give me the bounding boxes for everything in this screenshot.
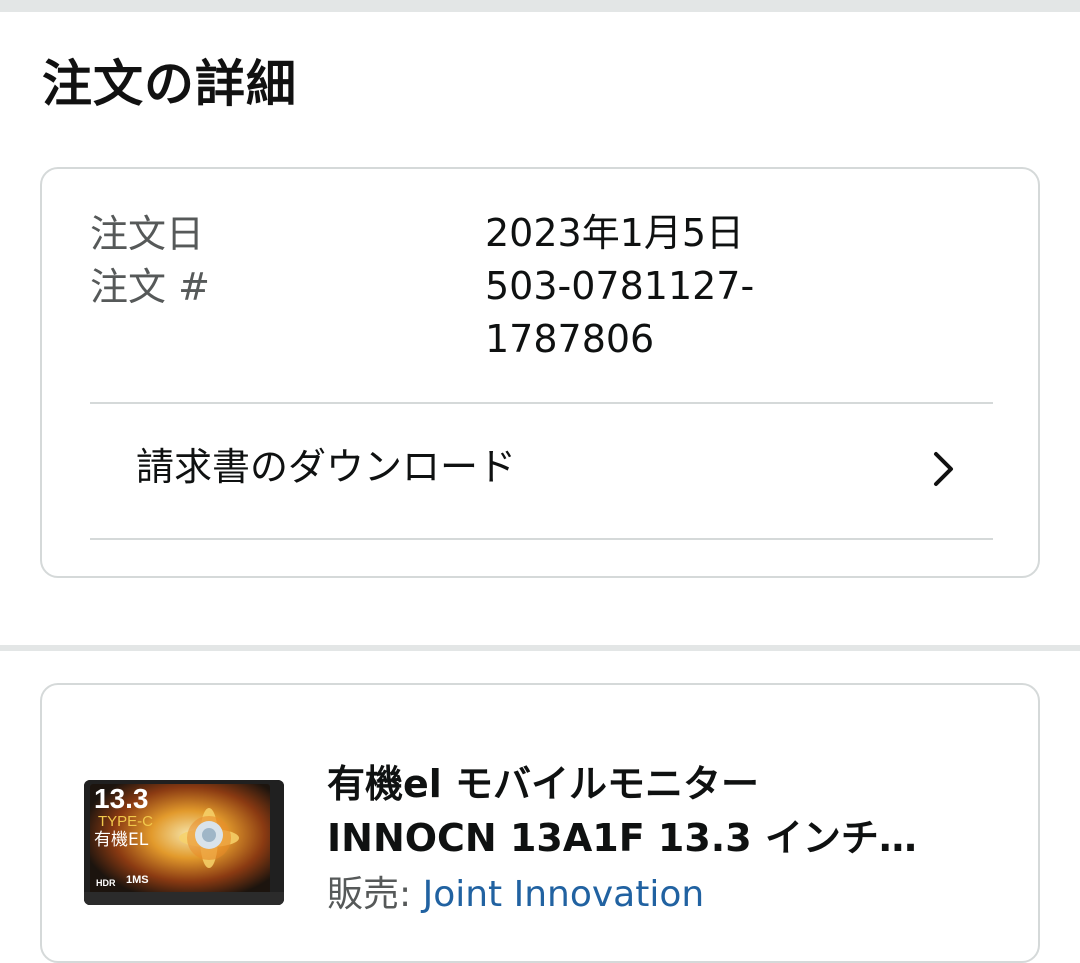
divider [90, 402, 993, 404]
order-date-value: 2023年1月5日 [485, 211, 745, 255]
response-time-label: 1MS [126, 874, 149, 886]
seller-line: 販売: Joint Innovation [327, 871, 704, 919]
order-item-card: 13.3 TYPE-C 有機EL HDR 1MS 有機el モバイルモニター I… [40, 683, 1040, 963]
invoice-download-label: 請求書のダウンロード [136, 445, 517, 489]
divider [90, 538, 993, 540]
top-strip [0, 0, 1080, 12]
type-c-label: TYPE-C [98, 813, 154, 830]
product-image[interactable]: 13.3 TYPE-C 有機EL HDR 1MS [84, 780, 284, 905]
order-summary-card: 注文日 2023年1月5日 注文 # 503-0781127- 1787806 … [40, 167, 1040, 578]
order-date-label: 注文日 [90, 212, 205, 256]
chevron-right-icon [934, 452, 953, 486]
order-number-line2: 1787806 [485, 317, 655, 361]
page-title: 注文の詳細 [42, 55, 297, 113]
panel-label: 有機EL [94, 830, 149, 850]
screen-size-label: 13.3 [94, 783, 149, 814]
order-number-label: 注文 # [90, 265, 210, 309]
invoice-download-link[interactable]: 請求書のダウンロード [90, 407, 993, 535]
seller-name-link[interactable]: Joint Innovation [423, 874, 705, 915]
order-number-line1: 503-0781127- [485, 264, 755, 308]
product-title-line2: INNOCN 13A1F 13.3 インチ… [327, 816, 917, 860]
product-title-link[interactable]: 有機el モバイルモニター INNOCN 13A1F 13.3 インチ… [327, 757, 1007, 865]
seller-prefix: 販売: [327, 874, 423, 915]
section-separator [0, 645, 1080, 651]
hdr-label: HDR [96, 878, 116, 888]
product-title-line1: 有機el モバイルモニター [327, 762, 760, 806]
